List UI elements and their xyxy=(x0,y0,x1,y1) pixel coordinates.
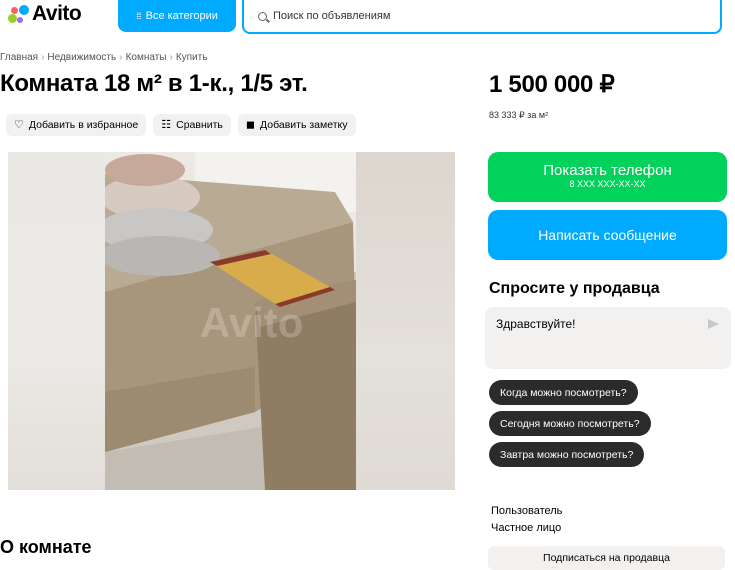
photo-gallery[interactable]: Avito xyxy=(8,152,455,490)
grid-icon: ⁞⁞⁞ xyxy=(136,11,141,21)
listing-photo[interactable]: Avito xyxy=(105,152,356,490)
send-icon[interactable] xyxy=(708,319,719,329)
show-phone-label: Показать телефон xyxy=(543,162,672,179)
avito-logo[interactable]: Avito xyxy=(8,2,82,26)
about-room-heading: О комнате xyxy=(0,537,92,557)
add-to-favorites-button[interactable]: ♡ Добавить в избранное xyxy=(6,114,147,136)
show-phone-button[interactable]: Показать телефон 8 XXX XXX-XX-XX xyxy=(488,152,727,202)
breadcrumb-item-rooms[interactable]: Комнаты xyxy=(126,52,167,63)
quick-question-chip[interactable]: Когда можно посмотреть? xyxy=(489,380,638,405)
subscribe-seller-label: Подписаться на продавца xyxy=(543,552,670,564)
seller-type: Частное лицо xyxy=(491,522,562,534)
seller-name[interactable]: Пользователь xyxy=(491,505,562,517)
price-per-meter: 83 333 ₽ за м² xyxy=(489,110,549,120)
add-note-label: Добавить заметку xyxy=(260,119,348,131)
quick-question-chip[interactable]: Сегодня можно посмотреть? xyxy=(489,411,651,436)
sofa-photo: Avito xyxy=(105,152,356,490)
compare-button[interactable]: ☷ Сравнить xyxy=(153,114,231,136)
gallery-blurred-edge-right xyxy=(356,152,455,490)
breadcrumb: Главная › Недвижимость › Комнаты › Купить xyxy=(0,52,207,63)
breadcrumb-item-realty[interactable]: Недвижимость xyxy=(47,52,116,63)
masked-phone: 8 XXX XXX-XX-XX xyxy=(569,179,646,189)
add-note-button[interactable]: ◼ Добавить заметку xyxy=(237,114,356,136)
compare-icon: ☷ xyxy=(161,118,172,131)
note-icon: ◼ xyxy=(245,118,256,131)
all-categories-button[interactable]: ⁞⁞⁞ Все категории xyxy=(118,0,236,32)
breadcrumb-item-buy[interactable]: Купить xyxy=(176,52,208,63)
page-title: Комната 18 м² в 1-к., 1/5 эт. xyxy=(0,70,308,97)
search-icon xyxy=(258,11,267,21)
breadcrumb-separator: › xyxy=(169,52,173,63)
ask-seller-text: Здравствуйте! xyxy=(496,317,576,331)
add-to-favorites-label: Добавить в избранное xyxy=(28,119,139,131)
breadcrumb-separator: › xyxy=(41,52,45,63)
price: 1 500 000 ₽ xyxy=(489,71,615,98)
all-categories-label: Все категории xyxy=(145,10,218,22)
heart-icon: ♡ xyxy=(14,118,24,131)
compare-label: Сравнить xyxy=(176,119,223,131)
breadcrumb-item-home[interactable]: Главная xyxy=(0,52,38,63)
quick-questions: Когда можно посмотреть? Сегодня можно по… xyxy=(489,380,651,467)
photo-watermark: Avito xyxy=(200,299,303,346)
subscribe-seller-button[interactable]: Подписаться на продавца xyxy=(488,546,725,570)
logo-dots-icon xyxy=(8,5,30,23)
search-input[interactable]: Поиск по объявлениям xyxy=(242,0,722,34)
breadcrumb-separator: › xyxy=(119,52,123,63)
logo-text: Avito xyxy=(32,2,82,25)
gallery-blurred-edge-left xyxy=(8,152,105,490)
write-message-button[interactable]: Написать сообщение xyxy=(488,210,727,260)
listing-actions: ♡ Добавить в избранное ☷ Сравнить ◼ Доба… xyxy=(6,114,356,136)
search-placeholder: Поиск по объявлениям xyxy=(273,10,391,22)
ask-seller-input[interactable]: Здравствуйте! xyxy=(485,307,731,369)
quick-question-chip[interactable]: Завтра можно посмотреть? xyxy=(489,442,645,467)
ask-seller-title: Спросите у продавца xyxy=(489,280,660,297)
write-message-label: Написать сообщение xyxy=(538,227,677,243)
